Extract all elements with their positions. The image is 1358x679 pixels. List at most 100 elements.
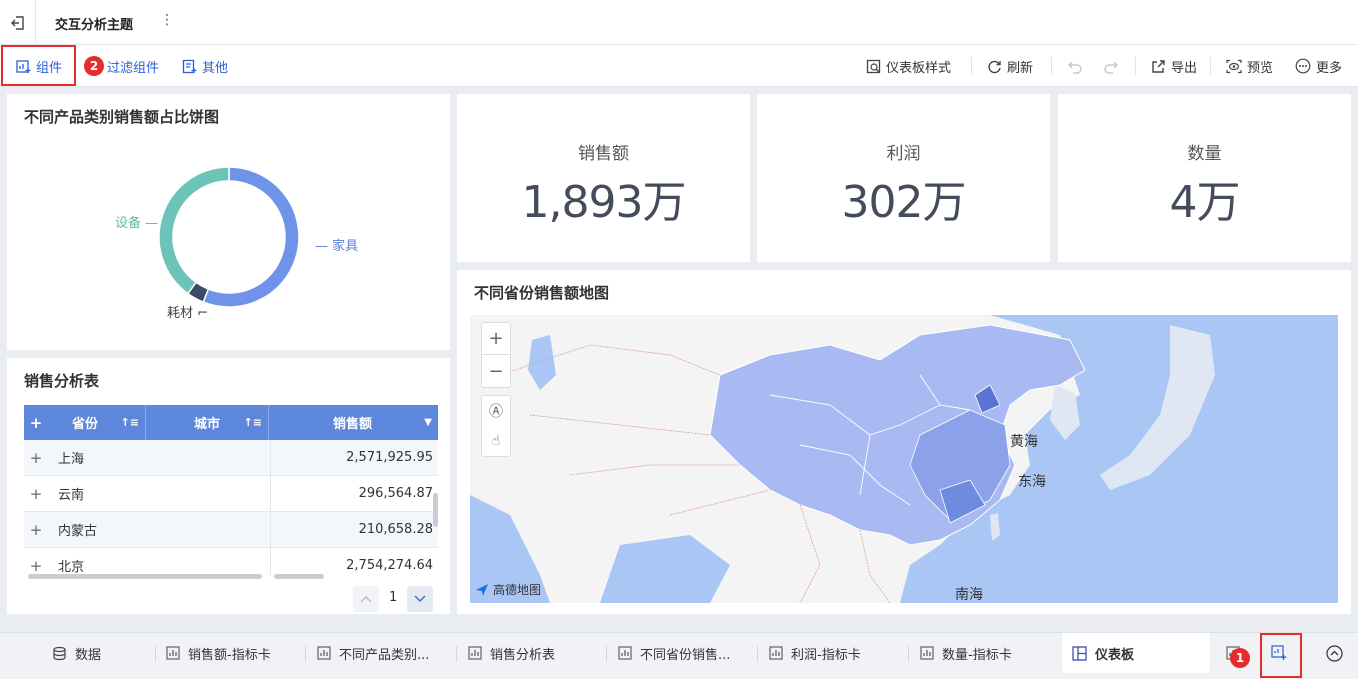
map-title: 不同省份销售额地图 xyxy=(474,284,610,302)
filter-component-label: 过滤组件 xyxy=(107,60,160,76)
expand-row-icon[interactable]: + xyxy=(24,485,48,503)
chevron-down-icon[interactable]: ▼ xyxy=(424,417,432,428)
pie-slice-0[interactable] xyxy=(202,166,300,308)
kpi-label: 销售额 xyxy=(578,144,629,164)
table-row[interactable]: + 内蒙古 210,658.28 xyxy=(24,512,438,548)
export-button[interactable]: 导出 xyxy=(1151,45,1197,87)
column-divider xyxy=(270,440,271,575)
title-more-icon[interactable]: ⋮ xyxy=(160,12,174,28)
map-tool-controls: Ⓐ ☝ xyxy=(481,395,511,457)
component-highlight-box xyxy=(1,45,76,86)
tab-data[interactable]: 数据 xyxy=(52,633,101,673)
tab-sales-kpi[interactable]: 销售额-指标卡 xyxy=(166,633,271,673)
expand-row-icon[interactable]: + xyxy=(24,557,48,575)
dashboard-icon xyxy=(1072,645,1087,661)
undo-button[interactable] xyxy=(1067,45,1083,87)
tab-map[interactable]: 不同省份销售... xyxy=(618,633,730,673)
chart-icon xyxy=(920,646,934,660)
chevron-down-icon xyxy=(414,595,426,603)
more-label: 更多 xyxy=(1316,60,1343,76)
exit-button[interactable] xyxy=(0,0,36,45)
dashboard-style-button[interactable]: 仪表板样式 xyxy=(866,45,951,87)
table-row[interactable]: + 云南 296,564.87 xyxy=(24,476,438,512)
other-button[interactable]: 其他 xyxy=(182,45,228,87)
tab-dashboard[interactable]: 仪表板 xyxy=(1072,633,1134,673)
expand-all-icon[interactable]: + xyxy=(24,414,48,432)
expand-row-icon[interactable]: + xyxy=(24,449,48,467)
filter-component-button[interactable]: 过滤组件 xyxy=(107,45,159,87)
next-page-button[interactable] xyxy=(407,586,433,612)
refresh-icon xyxy=(988,60,1001,73)
kpi-card-quantity[interactable]: 数量 4万 xyxy=(1058,94,1351,262)
pie-label-furniture: — 家具 xyxy=(315,239,359,254)
chart-icon xyxy=(618,646,632,660)
chart-icon xyxy=(468,646,482,660)
china-map[interactable]: + − Ⓐ ☝ 黄海 东海 南海 高德地图 xyxy=(470,315,1338,603)
zoom-in-button[interactable]: + xyxy=(482,323,510,355)
tab-quantity-kpi[interactable]: 数量-指标卡 xyxy=(920,633,1012,673)
tab-divider xyxy=(155,646,156,662)
tab-divider xyxy=(456,646,457,662)
kpi-card-profit[interactable]: 利润 302万 xyxy=(757,94,1050,262)
other-label: 其他 xyxy=(202,60,229,76)
pie-label-equipment: 设备 — xyxy=(115,216,159,231)
pie-slice-2[interactable] xyxy=(158,166,230,295)
chevron-up-circle-icon xyxy=(1326,644,1343,662)
export-label: 导出 xyxy=(1171,60,1198,76)
kpi-value: 302万 xyxy=(841,177,967,228)
tab-divider xyxy=(305,646,306,662)
more-button[interactable]: 更多 xyxy=(1295,45,1342,87)
pie-chart xyxy=(158,166,300,308)
zoom-out-button[interactable]: − xyxy=(482,355,510,387)
map-canvas xyxy=(470,315,1338,603)
dashboard-style-label: 仪表板样式 xyxy=(886,60,952,76)
prev-page-button[interactable] xyxy=(353,586,379,612)
sales-table: + 省份 ↑≡ 城市 ↑≡ 销售额 ▼ + 上海 2,571,925.95 + 云南… xyxy=(24,405,438,579)
kpi-label: 数量 xyxy=(1187,144,1222,164)
redo-button[interactable] xyxy=(1103,45,1119,87)
page-title: 交互分析主题 xyxy=(55,18,134,33)
toolbar-divider xyxy=(1051,57,1052,75)
redo-icon xyxy=(1104,61,1118,74)
horizontal-scrollbar-left[interactable] xyxy=(28,574,262,579)
undo-icon xyxy=(1068,61,1082,74)
sort-icon[interactable]: ↑≡ xyxy=(121,416,139,429)
horizontal-scrollbar-right[interactable] xyxy=(274,574,324,579)
compass-icon[interactable]: Ⓐ xyxy=(482,396,510,426)
column-header-province[interactable]: + 省份 ↑≡ xyxy=(24,405,146,440)
chart-icon xyxy=(317,646,331,660)
table-header: + 省份 ↑≡ 城市 ↑≡ 销售额 ▼ xyxy=(24,405,438,440)
chart-icon xyxy=(166,646,180,660)
table-title: 销售分析表 xyxy=(24,372,100,390)
toolbar-divider xyxy=(971,57,972,75)
tab-profit-kpi[interactable]: 利润-指标卡 xyxy=(769,633,861,673)
toolbar-divider xyxy=(1135,57,1136,75)
pie-chart-panel[interactable]: 不同产品类别销售额占比饼图 — 家具 耗材 ⌐ 设备 — xyxy=(7,94,450,350)
refresh-button[interactable]: 刷新 xyxy=(987,45,1033,87)
table-row[interactable]: + 上海 2,571,925.95 xyxy=(24,440,438,476)
map-zoom-controls: + − xyxy=(481,322,511,388)
kpi-value: 1,893万 xyxy=(521,177,687,228)
collapse-button[interactable] xyxy=(1326,633,1343,673)
expand-row-icon[interactable]: + xyxy=(24,521,48,539)
vertical-scrollbar[interactable] xyxy=(433,493,438,527)
pan-hand-icon[interactable]: ☝ xyxy=(482,426,510,456)
sales-table-panel[interactable]: 销售分析表 + 省份 ↑≡ 城市 ↑≡ 销售额 ▼ + 上海 2,571,925.… xyxy=(7,358,450,614)
preview-label: 预览 xyxy=(1247,60,1274,76)
tab-sales-table[interactable]: 销售分析表 xyxy=(468,633,555,673)
dashboard-style-icon xyxy=(866,59,881,73)
preview-button[interactable]: 预览 xyxy=(1226,45,1273,87)
page-number: 1 xyxy=(389,590,398,605)
other-icon xyxy=(182,59,197,73)
map-panel[interactable]: 不同省份销售额地图 + − Ⓐ ☝ 黄海 东海 南海 高德地图 xyxy=(457,270,1351,614)
sea-label: 黄海 xyxy=(1010,434,1038,450)
kpi-card-sales[interactable]: 销售额 1,893万 xyxy=(457,94,750,262)
title-bar: 交互分析主题 ⋮ xyxy=(0,0,1358,45)
sort-icon[interactable]: ↑≡ xyxy=(244,416,262,429)
amap-logo-icon xyxy=(476,583,488,596)
column-header-city[interactable]: 城市 ↑≡ xyxy=(146,405,269,440)
sea-label: 南海 xyxy=(955,587,983,603)
tab-pie-chart[interactable]: 不同产品类别... xyxy=(317,633,429,673)
column-header-sales[interactable]: 销售额 ▼ xyxy=(269,405,438,440)
tab-divider xyxy=(908,646,909,662)
